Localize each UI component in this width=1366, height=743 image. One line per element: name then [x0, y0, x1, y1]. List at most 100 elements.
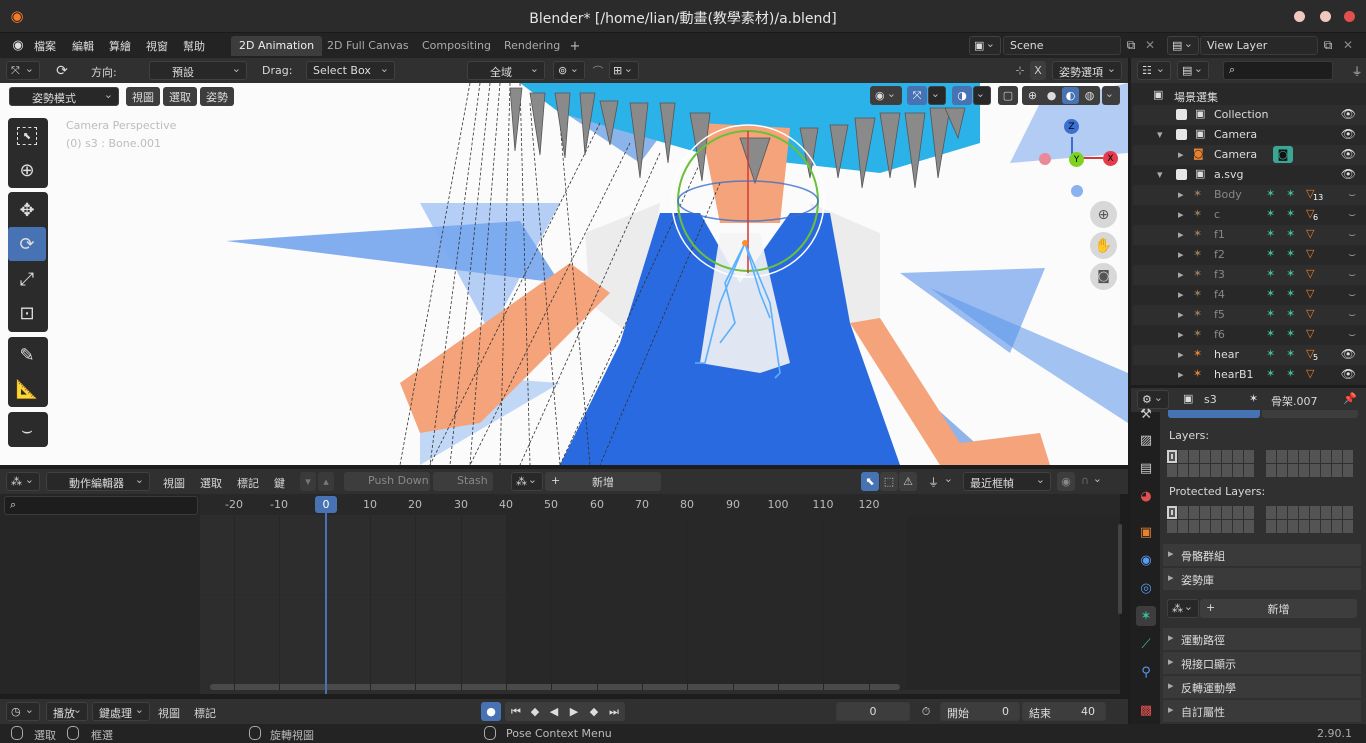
transform-tool[interactable]: ⊡ — [8, 296, 46, 330]
tab-2d-full-canvas[interactable]: 2D Full Canvas — [319, 36, 417, 56]
layer-cell[interactable] — [1299, 506, 1309, 519]
layer-cell[interactable] — [1233, 464, 1243, 477]
tool-tab-icon[interactable]: ⚒ — [1136, 404, 1156, 424]
layer-cell[interactable] — [1299, 450, 1309, 463]
armature-data-tab-icon[interactable]: ✶ — [1136, 606, 1156, 626]
armature-data-icon[interactable]: ✶ — [1286, 367, 1295, 380]
layer-cell[interactable] — [1200, 506, 1210, 519]
layer-cell[interactable] — [1189, 520, 1199, 533]
menu-window[interactable]: 視窗 — [146, 38, 168, 54]
rotate-tool-header-icon[interactable]: ⟳ — [50, 61, 74, 80]
modifier-tab-icon[interactable]: ◉ — [1136, 550, 1156, 570]
navigation-gizmo[interactable]: Z Y X — [1035, 113, 1118, 203]
armature-data-icon[interactable]: ✶ — [1286, 347, 1295, 360]
play-icon[interactable]: ▶ — [565, 703, 583, 720]
mesh-icon[interactable]: ▽ — [1306, 247, 1314, 260]
layer-cell[interactable] — [1244, 520, 1254, 533]
layer-cell[interactable] — [1222, 506, 1232, 519]
layer-cell[interactable] — [1167, 520, 1177, 533]
annotate-tool[interactable]: ✎ — [8, 338, 46, 372]
play-reverse-icon[interactable]: ◀ — [545, 703, 563, 720]
layer-cell[interactable] — [1266, 464, 1276, 477]
layer-cell[interactable] — [1288, 464, 1298, 477]
bone-tab-icon[interactable]: ⟋ — [1136, 634, 1156, 654]
outliner-row-armature[interactable]: ▸ ✶ f2 ✶ ✶ ▽ ⌣ — [1133, 245, 1366, 265]
outliner-row-armature[interactable]: ▸ ✶ f3 ✶ ✶ ▽ ⌣ — [1133, 265, 1366, 285]
mesh-icon[interactable]: ▽ — [1306, 307, 1314, 320]
pin-icon[interactable]: 📌 — [1343, 392, 1357, 405]
layer-cell[interactable] — [1233, 450, 1243, 463]
gizmo-neg-z[interactable] — [1071, 185, 1083, 197]
layer-cell[interactable] — [1200, 450, 1210, 463]
outliner-row-camera-collection[interactable]: ▾ ▣ Camera 👁 — [1133, 125, 1366, 145]
wireframe-shading-icon[interactable]: ⊕ — [1024, 87, 1041, 104]
layer-cell[interactable] — [1244, 450, 1254, 463]
panel-bone-groups[interactable]: 骨骼群組 — [1163, 544, 1361, 566]
pose-position-tab[interactable] — [1168, 410, 1260, 418]
texture-tab-icon[interactable]: ▩ — [1136, 700, 1156, 720]
layer-cell[interactable] — [1189, 450, 1199, 463]
rendered-shading-icon[interactable]: ◍ — [1081, 87, 1098, 104]
layer-cell[interactable] — [1288, 450, 1298, 463]
layer-cell[interactable] — [1277, 520, 1287, 533]
viewport-pose-menu[interactable]: 姿勢 — [200, 87, 234, 106]
layer-cell[interactable] — [1222, 464, 1232, 477]
pose-icon[interactable]: ✶ — [1266, 287, 1275, 300]
layer-cell[interactable] — [1343, 520, 1353, 533]
tab-rendering[interactable]: Rendering — [496, 36, 568, 56]
transform-space-dropdown[interactable]: 全域 — [467, 61, 545, 80]
gizmo-dropdown[interactable] — [928, 86, 946, 105]
view-layer-tab-icon[interactable]: ▤ — [1136, 458, 1156, 478]
outliner-search-field[interactable]: ⌕ — [1223, 61, 1333, 80]
layer-cell[interactable] — [1222, 450, 1232, 463]
outliner-row-asvg[interactable]: ▾ ▣ a.svg 👁 — [1133, 165, 1366, 185]
zoom-view-icon[interactable]: ⊕ — [1090, 201, 1117, 228]
pan-view-icon[interactable]: ✋ — [1090, 232, 1117, 259]
layer-cell[interactable] — [1266, 506, 1276, 519]
gizmo-toggle-icon[interactable]: ⤧ — [907, 86, 927, 105]
next-keyframe-icon[interactable]: ◆ — [585, 703, 603, 720]
armature-data-icon[interactable]: ✶ — [1286, 267, 1295, 280]
layer-cell[interactable] — [1332, 520, 1342, 533]
auto-keying-icon[interactable]: ● — [481, 702, 501, 721]
layer-cell[interactable] — [1277, 464, 1287, 477]
eye-icon[interactable]: ⌣ — [1348, 207, 1356, 222]
rotate-tool[interactable]: ⟳ — [8, 227, 46, 261]
only-selected-icon[interactable]: ⬉ — [861, 472, 879, 491]
current-frame-field[interactable]: 0 — [836, 702, 910, 721]
layer-cell[interactable] — [1189, 506, 1199, 519]
layer-cell[interactable] — [1178, 450, 1188, 463]
pose-icon[interactable]: ✶ — [1266, 327, 1275, 340]
overlay-dropdown[interactable] — [973, 86, 991, 105]
timeline-marker-menu[interactable]: 標記 — [194, 705, 216, 721]
menu-edit[interactable]: 編輯 — [72, 38, 94, 54]
layer-cell[interactable] — [1321, 520, 1331, 533]
pose-icon[interactable]: ✶ — [1266, 207, 1275, 220]
copy-scene-icon[interactable]: ⧉ — [1123, 37, 1139, 53]
display-mode-dropdown[interactable]: ▤ — [1177, 61, 1209, 80]
pose-x-axis-toggle[interactable]: X — [1030, 61, 1046, 80]
armature-data-icon[interactable]: ✶ — [1286, 247, 1295, 260]
falloff-dropdown[interactable]: ∩ — [1077, 472, 1107, 491]
view-layer-name-field[interactable]: View Layer — [1200, 36, 1318, 55]
push-down-arrow-icon[interactable]: ▾ — [300, 472, 316, 491]
panel-motion-paths[interactable]: 運動路徑 — [1163, 628, 1361, 650]
action-view-menu[interactable]: 視圖 — [163, 475, 185, 491]
timeline-editor-type[interactable]: ◷ — [6, 702, 40, 721]
end-frame-field[interactable]: 結束 40 — [1022, 702, 1106, 721]
gizmo-neg-x[interactable] — [1039, 153, 1051, 165]
render-tab-icon[interactable]: ▨ — [1136, 430, 1156, 450]
layer-cell[interactable] — [1332, 450, 1342, 463]
layer-cell[interactable] — [1233, 506, 1243, 519]
orientation-dropdown[interactable]: 預設 — [149, 61, 247, 80]
camera-view-icon[interactable]: ◙ — [1090, 263, 1117, 290]
tab-compositing[interactable]: Compositing — [414, 36, 499, 56]
pose-icon[interactable]: ✶ — [1266, 307, 1275, 320]
keying-menu[interactable]: 鍵處理 — [92, 702, 150, 721]
snap-target-dropdown[interactable]: ⊞ — [609, 61, 639, 80]
pose-icon[interactable]: ✶ — [1266, 247, 1275, 260]
close-button[interactable] — [1344, 11, 1355, 22]
layer-cell[interactable] — [1321, 450, 1331, 463]
add-workspace-icon[interactable]: + — [567, 38, 583, 54]
maximize-button[interactable] — [1320, 11, 1331, 22]
